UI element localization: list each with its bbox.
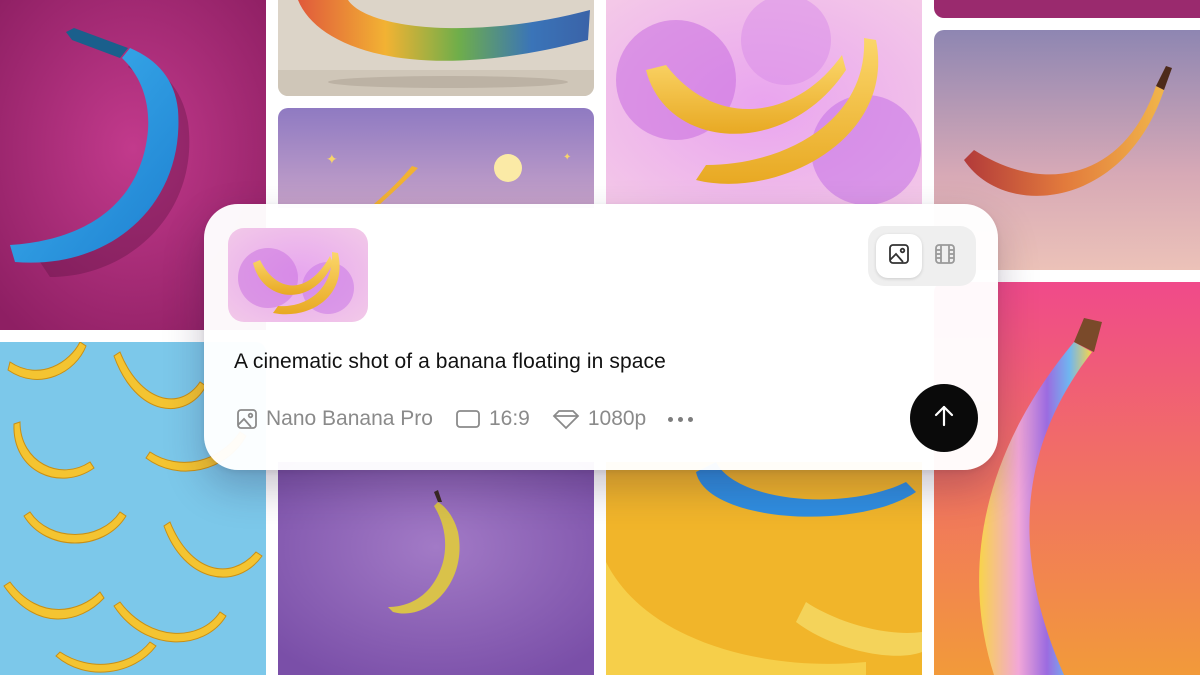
tile-night-sky-banana[interactable]: ✦ ✦ bbox=[278, 108, 594, 208]
options-row: Nano Banana Pro 16:9 1080p bbox=[236, 404, 698, 434]
tile-top-right-strip[interactable] bbox=[934, 0, 1200, 18]
more-options-button[interactable] bbox=[668, 404, 698, 434]
image-icon bbox=[888, 243, 910, 270]
reference-image-thumbnail[interactable] bbox=[228, 228, 368, 322]
rectangle-icon bbox=[455, 408, 481, 430]
prompt-input[interactable]: A cinematic shot of a banana floating in… bbox=[234, 350, 884, 374]
model-label: Nano Banana Pro bbox=[266, 407, 433, 430]
tile-floating-banana-purple[interactable] bbox=[278, 462, 594, 675]
tile-pink-smoke-bananas[interactable] bbox=[606, 0, 922, 210]
image-icon bbox=[236, 408, 258, 430]
video-mode-button[interactable] bbox=[922, 234, 968, 278]
send-button[interactable] bbox=[910, 384, 978, 452]
tile-rainbow-banana[interactable] bbox=[278, 0, 594, 96]
mode-toggle bbox=[868, 226, 976, 286]
resolution-label: 1080p bbox=[587, 407, 647, 430]
svg-text:✦: ✦ bbox=[326, 152, 338, 168]
resolution-selector[interactable]: 1080p bbox=[552, 407, 646, 431]
image-mode-button[interactable] bbox=[876, 234, 922, 278]
aspect-ratio-selector[interactable]: 16:9 bbox=[455, 407, 530, 431]
aspect-ratio-label: 16:9 bbox=[488, 407, 530, 430]
svg-text:✦: ✦ bbox=[563, 152, 571, 163]
tile-blue-yellow-bananas[interactable] bbox=[606, 462, 922, 675]
prompt-card: A cinematic shot of a banana floating in… bbox=[204, 204, 998, 470]
model-selector[interactable]: Nano Banana Pro bbox=[236, 407, 433, 431]
more-horizontal-icon bbox=[668, 416, 674, 422]
arrow-up-icon bbox=[931, 403, 957, 434]
film-icon bbox=[934, 243, 956, 270]
diamond-icon bbox=[552, 408, 580, 430]
